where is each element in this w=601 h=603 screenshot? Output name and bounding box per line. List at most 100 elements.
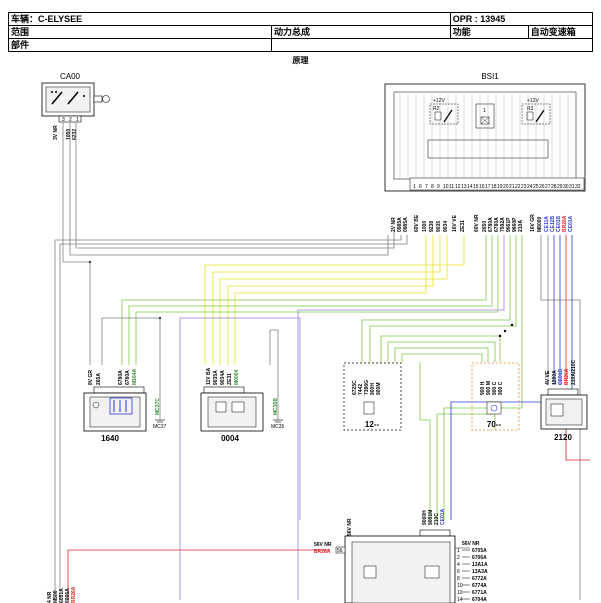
svg-text:1: 1 bbox=[76, 117, 79, 123]
c1640-label: 1640 bbox=[101, 434, 119, 443]
bsi1-relay-left: R2 bbox=[433, 106, 440, 112]
bsi1-supply-left: +12V bbox=[433, 98, 445, 104]
bsi1-wire-9035: 9035 bbox=[436, 221, 442, 232]
bsi1-group-16vve: 16V VE bbox=[452, 214, 458, 232]
bsi1-pin-number: 23 bbox=[521, 184, 527, 190]
c0004-wire-m0004: M0004 bbox=[234, 369, 240, 385]
component-0004: 11V BA 9035A 9034A ZE31 M0004 0004 bbox=[200, 367, 264, 443]
bsi1-pin-number: 22 bbox=[515, 184, 521, 190]
ecu-right-wire: 6706A bbox=[472, 555, 487, 561]
bsi1-pin-number: 17 bbox=[485, 184, 491, 190]
component-70: 900 H 900 M 900 C 900 C 70-- bbox=[471, 362, 520, 431]
bsi1-pin-number: 14 bbox=[467, 184, 473, 190]
bsi1-wire-m8000: M8000 bbox=[537, 216, 543, 232]
wires bbox=[54, 122, 590, 600]
ecu-top-wire-4: CE01A bbox=[440, 508, 446, 525]
bsi1-pin-number: 10 bbox=[443, 184, 449, 190]
ecu-chip-icon bbox=[363, 565, 377, 579]
bsi1-group-60vbe: 60V BE bbox=[414, 214, 420, 232]
bsi1-wire-1000: 1000 bbox=[422, 221, 428, 232]
c0004-wire-note: 11V BA bbox=[206, 367, 212, 385]
ca00-wire-note: 3V NR bbox=[53, 125, 59, 140]
bsi1-wire-9034: 9034 bbox=[443, 221, 449, 232]
c1640-wire-265a: 265A bbox=[96, 373, 102, 385]
ecu-right-wire: 6705A bbox=[472, 548, 487, 554]
ecu-right-note: 56V NR bbox=[462, 541, 480, 547]
c70-label: 70-- bbox=[487, 420, 502, 429]
ecu-right-pin: 14 bbox=[457, 597, 463, 603]
mc37-label: MC37 bbox=[153, 424, 167, 430]
bsi1-pin-number: 16 bbox=[479, 184, 485, 190]
c0004-wire-9034a: 9034A bbox=[220, 370, 226, 385]
mc37-wire: MC37C bbox=[155, 398, 161, 415]
bsi1-pin-number: 7 bbox=[425, 184, 428, 190]
component-1640: 8V GR 265A 6780A 6780A M164A 1640 bbox=[83, 368, 147, 443]
bsi1-pin-number: 30 bbox=[563, 184, 569, 190]
ecu-right-pin: 4 bbox=[457, 562, 460, 568]
ecu-right-wire: 6774A bbox=[472, 583, 487, 589]
c12-wire-5: 900M bbox=[376, 382, 382, 395]
bsi1-pin-number: 26 bbox=[539, 184, 545, 190]
connector-icon bbox=[363, 401, 375, 415]
bsi1-pin-number: 9 bbox=[437, 184, 440, 190]
bsi1-wire-ze31: ZE31 bbox=[460, 220, 466, 232]
bsi1-pin-number: 25 bbox=[533, 184, 539, 190]
c12-label: 12-- bbox=[365, 420, 380, 429]
bsi1-pin-number: 32 bbox=[575, 184, 581, 190]
bsi1-pin-number: 24 bbox=[527, 184, 533, 190]
ecu-right-wires: 1 6705A 2 6706A 4 13A1A 6 13A3A 8 6772A 10 6774A 12 6… bbox=[457, 548, 488, 603]
component-ecu: 56V NR 9000H 9001M 210C CE01A 56V NR BR2… bbox=[314, 508, 488, 603]
bsi1-pin-number: 18 bbox=[491, 184, 497, 190]
mc35-wire: MC35B bbox=[273, 398, 279, 415]
bsi1-wire-9238: 9238 bbox=[429, 221, 435, 232]
bsi1-wire-labels: 2V NR 0985A 0985A 60V BE 1000 9238 9035 … bbox=[391, 214, 574, 232]
bsi1-group-16vgr: 16V GR bbox=[530, 214, 536, 232]
c0004-wire-ze31: ZE31 bbox=[227, 373, 233, 385]
ecu-right-wire: 13A1A bbox=[472, 562, 488, 568]
bsi1-pin-number: 1 bbox=[413, 184, 416, 190]
bsi1-can-ce01a: CE01A bbox=[568, 215, 574, 232]
bsi1-pin-number: 28 bbox=[551, 184, 557, 190]
key-icon bbox=[93, 95, 103, 103]
bsi1-pin-number: 19 bbox=[497, 184, 503, 190]
bsi1-pin-number: 12 bbox=[455, 184, 461, 190]
c1640-wire-m164a: M164A bbox=[132, 368, 138, 385]
ground-mc35: MC35B MC35 bbox=[271, 398, 285, 430]
c0004-label: 0004 bbox=[221, 434, 239, 443]
ecu-left-wire: BR26A bbox=[314, 549, 331, 555]
c2120-label: 2120 bbox=[554, 433, 572, 442]
bsi1-relay-num: 1 bbox=[483, 108, 486, 114]
svg-text:2: 2 bbox=[69, 117, 72, 123]
gearbox-icon bbox=[424, 565, 440, 579]
ecu-right-pin: 6 bbox=[457, 569, 460, 575]
ecu-right-pin: 1 bbox=[457, 548, 460, 554]
bsi1-pin-number: 29 bbox=[557, 184, 563, 190]
ecu-left-note: 56V NR bbox=[314, 542, 332, 548]
bsi1-pin-number: 20 bbox=[503, 184, 509, 190]
ca00-wire-2: 6232 bbox=[72, 129, 78, 140]
component-12: 6725C 7442 7396G 900H 900M 12-- bbox=[343, 362, 402, 431]
ecu-right-wire: 6772A bbox=[472, 576, 487, 582]
bsi1-label: BSI1 bbox=[481, 72, 499, 81]
bottom-left-wires: 4 NR M500 6051A 8006A BR26A bbox=[47, 586, 77, 603]
c1640-wire-note: 8V GR bbox=[88, 370, 94, 385]
bsi1-pin-number: 13 bbox=[461, 184, 467, 190]
c2120-wire-br26a: BR26A bbox=[564, 368, 570, 385]
dashboard-icon bbox=[215, 401, 227, 413]
bsi1-pin-number: 8 bbox=[431, 184, 434, 190]
ecu-right-pin: 12 bbox=[457, 590, 463, 596]
bsi1-pin-number: 6 bbox=[419, 184, 422, 190]
bsi1-pin-number: 31 bbox=[569, 184, 575, 190]
svg-text:3: 3 bbox=[62, 117, 65, 123]
wiring-diagram: CA00 321 3V NR 1050 6232 BSI1 +12V +12V … bbox=[41, 72, 590, 603]
ecu-right-pin: 10 bbox=[457, 583, 463, 589]
bsi1-pin-number: 11 bbox=[449, 184, 454, 190]
c1640-wire-6780a-1: 6780A bbox=[118, 370, 124, 385]
ecu-right-wire: 13A3A bbox=[472, 569, 488, 575]
c2120-wire-210a: 210A/210C bbox=[571, 359, 577, 385]
bsi1-pin-number: 21 bbox=[509, 184, 515, 190]
bsi1-wire-210a: 210A bbox=[518, 220, 524, 232]
c0004-wire-9035a: 9035A bbox=[213, 370, 219, 385]
bsi1-supply-right: +12V bbox=[527, 98, 539, 104]
ground-mc37: MC37C MC37 bbox=[153, 398, 167, 430]
